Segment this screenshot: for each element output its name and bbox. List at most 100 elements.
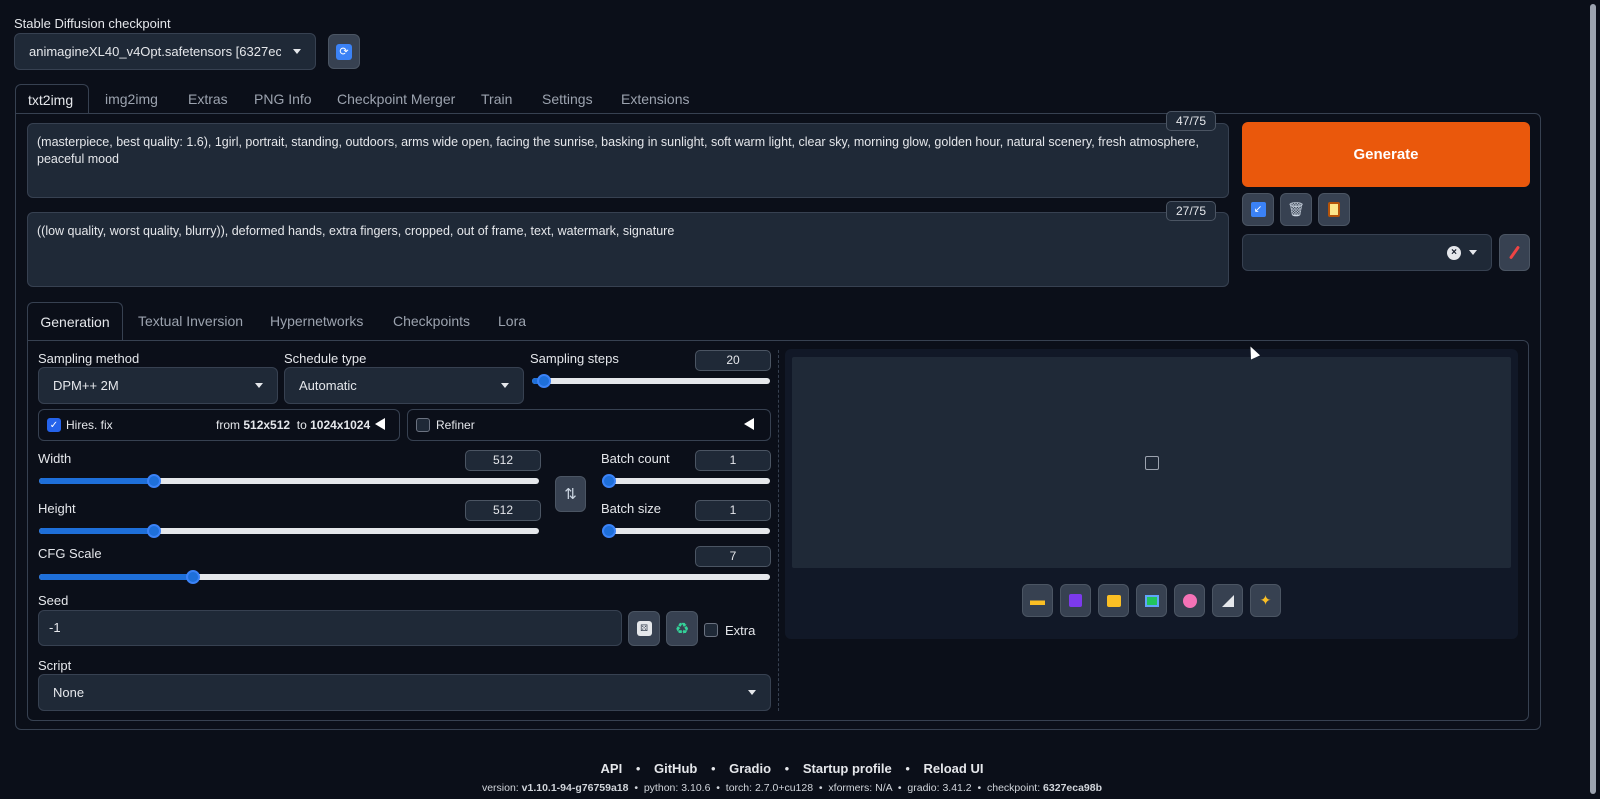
- tab-train[interactable]: Train: [481, 84, 512, 114]
- positive-prompt[interactable]: (masterpiece, best quality: 1.6), 1girl,…: [27, 123, 1229, 198]
- positive-token-counter: 47/75: [1166, 111, 1216, 131]
- trash-icon: 🗑: [1287, 201, 1305, 217]
- send-inpaint-icon: [1182, 593, 1197, 608]
- reuse-seed-button[interactable]: ♻: [666, 611, 698, 646]
- swap-icon: ⇅: [564, 486, 577, 503]
- collapse-arrow-icon[interactable]: [375, 418, 385, 430]
- slider-thumb[interactable]: [602, 524, 616, 538]
- batch-size-input[interactable]: 1: [695, 500, 771, 521]
- refresh-icon: ⟳: [336, 43, 352, 60]
- slider-thumb[interactable]: [186, 570, 200, 584]
- cfg-scale-label: CFG Scale: [38, 546, 102, 561]
- collapse-arrow-icon[interactable]: [744, 418, 754, 430]
- tab-checkpoints[interactable]: Checkpoints: [393, 302, 470, 340]
- sampling-steps-label: Sampling steps: [530, 351, 619, 366]
- hires-fix-checkbox[interactable]: ✓: [47, 418, 61, 432]
- refiner-accordion[interactable]: Refiner: [407, 409, 771, 441]
- chevron-down-icon: [293, 49, 301, 54]
- slider-thumb[interactable]: [147, 524, 161, 538]
- batch-count-input[interactable]: 1: [695, 450, 771, 471]
- seed-input[interactable]: -1: [38, 610, 622, 646]
- checkpoint-label: Stable Diffusion checkpoint: [14, 16, 171, 31]
- save-zip-button[interactable]: [1098, 584, 1129, 617]
- schedule-type-label: Schedule type: [284, 351, 367, 366]
- sparkle-icon: ✦: [1259, 592, 1272, 608]
- edit-styles-button[interactable]: [1499, 234, 1530, 271]
- cfg-scale-input[interactable]: 7: [695, 546, 771, 567]
- footer-versions: version: v1.10.1-94-g76759a18 • python: …: [481, 782, 1103, 794]
- send-to-inpaint-button[interactable]: [1174, 584, 1205, 617]
- cfg-scale-slider[interactable]: [39, 570, 770, 584]
- sampling-steps-input[interactable]: 20: [695, 350, 771, 371]
- negative-prompt[interactable]: ((low quality, worst quality, blurry)), …: [27, 212, 1229, 287]
- clipboard-icon: [1328, 202, 1340, 217]
- tab-hypernetworks[interactable]: Hypernetworks: [270, 302, 363, 340]
- clear-icon[interactable]: ×: [1447, 245, 1461, 260]
- tab-textual-inversion[interactable]: Textual Inversion: [138, 302, 243, 340]
- scrollbar-thumb[interactable]: [1590, 4, 1596, 794]
- hires-fix-summary: from 512x512 to 1024x1024: [216, 418, 371, 432]
- footer-link-github[interactable]: GitHub: [654, 761, 697, 776]
- sampling-method-value: DPM++ 2M: [53, 378, 119, 393]
- batch-size-slider[interactable]: [602, 524, 770, 538]
- script-dropdown[interactable]: None: [38, 674, 771, 711]
- batch-size-label: Batch size: [601, 501, 661, 516]
- open-folder-button[interactable]: ▬: [1022, 584, 1053, 617]
- save-button[interactable]: [1060, 584, 1091, 617]
- paste-styles-button[interactable]: [1318, 193, 1350, 226]
- width-label: Width: [38, 451, 72, 466]
- tab-generation[interactable]: Generation: [27, 302, 123, 341]
- random-seed-button[interactable]: ⚄: [628, 611, 660, 646]
- swap-dimensions-button[interactable]: ⇅: [555, 476, 586, 512]
- styles-dropdown[interactable]: ×: [1242, 234, 1492, 271]
- slider-thumb[interactable]: [147, 474, 161, 488]
- footer-links: API • GitHub • Gradio • Startup profile …: [600, 761, 984, 776]
- send-to-extras-button[interactable]: [1212, 584, 1243, 617]
- negative-token-counter: 27/75: [1166, 201, 1216, 221]
- seed-extra-label: Extra: [725, 623, 756, 638]
- zip-icon: [1106, 594, 1121, 607]
- send-extras-icon: [1221, 594, 1234, 607]
- schedule-type-value: Automatic: [299, 378, 357, 393]
- tab-png-info[interactable]: PNG Info: [254, 84, 312, 114]
- footer-link-api[interactable]: API: [601, 761, 623, 776]
- clear-prompt-button[interactable]: 🗑: [1280, 193, 1312, 226]
- tab-extras[interactable]: Extras: [188, 84, 228, 114]
- sampling-method-dropdown[interactable]: DPM++ 2M: [38, 367, 278, 404]
- hires-fix-accordion[interactable]: ✓ Hires. fix from 512x512 to 1024x1024: [38, 409, 400, 441]
- upscale-button[interactable]: ✦: [1250, 584, 1281, 617]
- script-label: Script: [38, 658, 72, 673]
- chevron-down-icon: [255, 383, 263, 388]
- send-to-img2img-button[interactable]: [1136, 584, 1167, 617]
- footer-link-reload-ui[interactable]: Reload UI: [924, 761, 984, 776]
- generate-button[interactable]: Generate: [1242, 122, 1530, 187]
- width-slider[interactable]: [39, 474, 539, 488]
- tab-txt2img[interactable]: txt2img: [15, 84, 89, 114]
- tab-lora[interactable]: Lora: [498, 302, 526, 340]
- checkpoint-dropdown[interactable]: animagineXL40_v4Opt.safetensors [6327eca…: [14, 33, 316, 70]
- read-params-icon: ↙: [1250, 202, 1266, 217]
- slider-thumb[interactable]: [537, 374, 551, 388]
- height-input[interactable]: 512: [465, 500, 541, 521]
- tab-img2img[interactable]: img2img: [105, 84, 158, 114]
- tab-checkpoint-merger[interactable]: Checkpoint Merger: [337, 84, 455, 114]
- refiner-checkbox[interactable]: [416, 418, 430, 432]
- output-gallery[interactable]: [792, 357, 1511, 568]
- schedule-type-dropdown[interactable]: Automatic: [284, 367, 524, 404]
- height-label: Height: [38, 501, 76, 516]
- sampling-steps-slider[interactable]: [532, 374, 770, 388]
- save-icon: [1069, 594, 1082, 607]
- footer-link-gradio[interactable]: Gradio: [729, 761, 771, 776]
- refresh-checkpoint-button[interactable]: ⟳: [328, 34, 360, 69]
- slider-thumb[interactable]: [602, 474, 616, 488]
- scrollbar-track[interactable]: [1584, 0, 1600, 799]
- batch-count-slider[interactable]: [602, 474, 770, 488]
- footer-link-startup-profile[interactable]: Startup profile: [803, 761, 892, 776]
- send-img2img-icon: [1144, 594, 1159, 607]
- tab-extensions[interactable]: Extensions: [621, 84, 689, 114]
- seed-extra-checkbox[interactable]: [704, 623, 718, 637]
- read-params-button[interactable]: ↙: [1242, 193, 1274, 226]
- tab-settings[interactable]: Settings: [542, 84, 593, 114]
- height-slider[interactable]: [39, 524, 539, 538]
- width-input[interactable]: 512: [465, 450, 541, 471]
